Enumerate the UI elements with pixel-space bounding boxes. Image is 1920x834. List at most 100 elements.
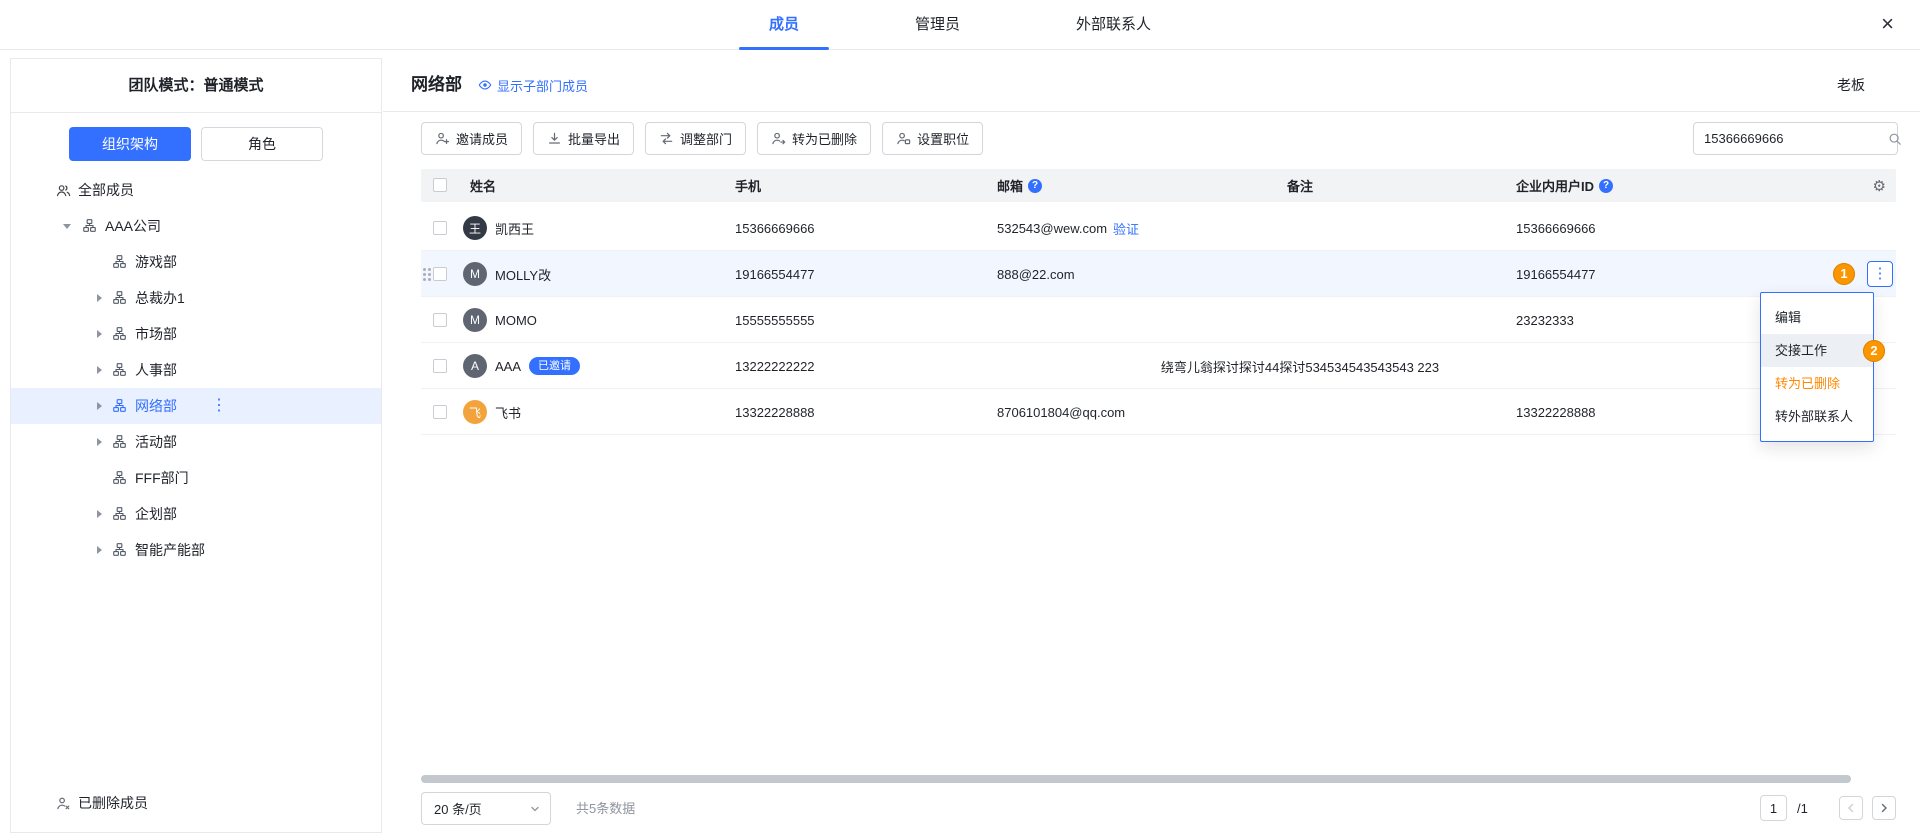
member-remark: 绕弯儿翁探讨探讨44探讨534534543543543 223 [1135,343,1465,389]
member-toolbar: 邀请成员 批量导出 调整部门 转为已删除 设置职位 [421,122,983,155]
download-icon [547,131,562,146]
department-header: 网络部 显示子部门成员 老板 [383,58,1920,112]
sidebar-item-games[interactable]: 游戏部 [11,244,381,280]
caret-right-icon[interactable] [97,366,102,374]
sidebar-item-marketing[interactable]: 市场部 [11,316,381,352]
column-settings-gear-icon[interactable]: ⚙ [1873,169,1886,202]
column-header-name: 姓名 [470,169,496,202]
sidebar-item-label: 全部成员 [78,172,134,208]
move-to-deleted-button[interactable]: 转为已删除 [757,122,871,155]
close-icon[interactable]: × [1881,11,1894,37]
sidebar-item-fff[interactable]: FFF部门 [11,460,381,496]
person-add-icon [435,131,450,146]
help-icon[interactable]: ? [1028,179,1042,193]
row-checkbox[interactable] [433,221,447,235]
adjust-department-button[interactable]: 调整部门 [645,122,746,155]
next-page-button[interactable] [1872,796,1896,820]
help-icon[interactable]: ? [1599,179,1613,193]
sidebar-item-network[interactable]: 网络部 ⋮ [11,388,381,424]
member-user-id: 15366669666 [1516,205,1596,251]
menu-item-move-to-deleted[interactable]: 转为已删除 [1761,367,1873,400]
member-email-cell: 888@22.com [997,251,1075,297]
caret-right-icon[interactable] [97,402,102,410]
caret-right-icon[interactable] [97,294,102,302]
menu-item-handover-work[interactable]: 交接工作 [1761,334,1873,367]
roles-button[interactable]: 角色 [201,127,323,161]
button-label: 邀请成员 [456,129,508,148]
sidebar-item-company[interactable]: AAA公司 [11,208,381,244]
sidebar-item-label: FFF部门 [135,460,189,496]
caret-right-icon[interactable] [97,438,102,446]
search-icon[interactable] [1888,132,1902,146]
row-checkbox[interactable] [433,405,447,419]
sidebar-item-label: 网络部 [135,388,177,424]
page-size-select[interactable]: 20 条/页 [421,792,551,825]
member-user-id: 23232333 [1516,297,1574,343]
sidebar-item-label: 市场部 [135,316,177,352]
sidebar-item-deleted-members[interactable]: 已删除成员 [11,785,381,821]
caret-down-icon[interactable] [63,224,71,229]
set-position-button[interactable]: 设置职位 [882,122,983,155]
member-name: 凯西王 [495,219,534,238]
sidebar-item-label: 企划部 [135,496,177,532]
member-search-box [1693,122,1898,155]
row-checkbox[interactable] [433,359,447,373]
select-all-checkbox[interactable] [433,178,447,192]
previous-page-button[interactable] [1839,796,1863,820]
invite-members-button[interactable]: 邀请成员 [421,122,522,155]
department-title: 网络部 [411,58,462,112]
member-list-panel: 网络部 显示子部门成员 老板 邀请成员 批量导出 调整部门 转为已删除 [383,58,1920,834]
horizontal-scrollbar[interactable] [421,775,1851,783]
caret-right-icon[interactable] [97,546,102,554]
caret-right-icon[interactable] [97,330,102,338]
members-icon [56,183,71,198]
table-row[interactable]: 王 凯西王 15366669666 532543@wew.com 验证 1536… [421,205,1896,251]
table-row[interactable]: A AAA 已邀请 13222222222 绕弯儿翁探讨探讨44探讨534534… [421,343,1896,389]
batch-export-button[interactable]: 批量导出 [533,122,634,155]
button-label: 设置职位 [917,129,969,148]
tab-admins[interactable]: 管理员 [885,0,990,50]
transfer-icon [659,131,674,146]
tab-external-contacts[interactable]: 外部联系人 [1046,0,1181,50]
team-mode-title: 团队模式：普通模式 [11,59,381,113]
member-remark [1135,389,1465,435]
member-user-id: 19166554477 [1516,251,1596,297]
top-tab-bar: 成员 管理员 外部联系人 × [0,0,1920,50]
sidebar-item-hr[interactable]: 人事部 [11,352,381,388]
row-checkbox[interactable] [433,267,447,281]
button-label: 调整部门 [680,129,732,148]
caret-right-icon[interactable] [97,510,102,518]
table-row[interactable]: 飞 飞书 13322228888 8706101804@qq.com 13322… [421,389,1896,435]
admin-member-management-screen: 成员 管理员 外部联系人 × 团队模式：普通模式 组织架构 角色 全部成员 AA… [0,0,1920,834]
show-sub-department-link[interactable]: 显示子部门成员 [478,58,588,112]
person-remove-icon [771,131,786,146]
sidebar-item-planning[interactable]: 企划部 [11,496,381,532]
avatar: 飞 [463,400,487,424]
sidebar-item-smart-capacity[interactable]: 智能产能部 [11,532,381,568]
sidebar-item-ceo-office[interactable]: 总裁办1 [11,280,381,316]
table-row[interactable]: M MOLLY改 19166554477 888@22.com 19166554… [421,251,1896,297]
org-structure-button[interactable]: 组织架构 [69,127,191,161]
menu-item-to-external-contact[interactable]: 转外部联系人 [1761,400,1873,433]
row-more-actions-button[interactable]: ⋮ [1867,261,1893,287]
page-number-input[interactable] [1760,795,1787,821]
avatar: M [463,262,487,286]
menu-item-edit[interactable]: 编辑 [1761,301,1873,334]
member-phone: 13322228888 [735,389,815,435]
member-name: 飞书 [495,403,521,422]
person-badge-icon [896,131,911,146]
tab-members[interactable]: 成员 [739,0,829,50]
table-row[interactable]: M MOMO 15555555555 23232333 [421,297,1896,343]
search-input[interactable] [1694,131,1888,146]
org-icon [113,543,126,556]
more-actions-icon[interactable]: ⋮ [211,388,227,424]
button-label: 转为已删除 [792,129,857,148]
annotation-step-1-badge: 1 [1833,263,1855,285]
sidebar-item-all-members[interactable]: 全部成员 [11,172,381,208]
member-remark [1135,205,1465,251]
drag-handle-icon[interactable] [423,267,433,281]
row-checkbox[interactable] [433,313,447,327]
member-name: MOMO [495,313,537,328]
sidebar-item-activity[interactable]: 活动部 [11,424,381,460]
org-icon [113,399,126,412]
